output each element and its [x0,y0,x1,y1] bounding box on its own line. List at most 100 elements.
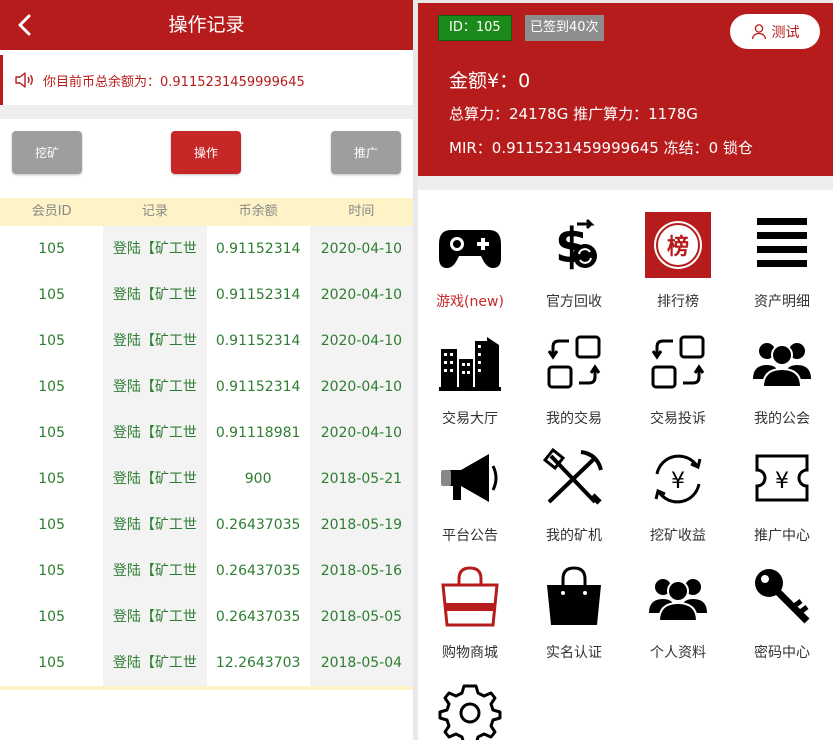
record-cell: 登陆【矿工世 [103,640,207,686]
menu-item[interactable]: 我的公会 [730,307,833,427]
balance-cell: 0.26437035 [215,609,301,625]
mine-button[interactable]: 挖矿 [12,131,82,174]
time-cell: 2018-05-04 [309,640,413,686]
record-cell: 登陆【矿工世 [103,318,207,364]
balance-cell: 0.26437035 [215,517,301,533]
balance-cell: 0.91152314 [215,379,301,395]
menu-item[interactable]: ¥ 挖矿收益 [626,424,730,544]
menu-item[interactable]: 榜排行榜 [626,190,730,310]
account-header: ID：105 已签到40次 测试 金额¥：0 总算力：24178G 推广算力：1… [418,3,833,176]
column-header-record: 记录 [141,204,168,219]
svg-text:¥: ¥ [775,469,789,494]
operation-record-panel: 操作记录 你目前币总余额为：0.9115231459999645 挖矿 操作 推… [0,0,413,740]
page-title: 操作记录 [168,14,245,36]
record-cell: 登陆【矿工世 [103,456,207,502]
menu-item[interactable]: ¥ 推广中心 [730,424,833,544]
top-bar: 操作记录 [0,0,413,50]
time-cell: 2020-04-10 [309,364,413,410]
table-row: 105 登陆【矿工世 0.26437035 2018-05-16 [0,548,413,594]
menu-item-label: 实名认证 [546,645,602,661]
shopping-bag-outline-icon [437,563,503,629]
time-cell: 2018-05-21 [309,456,413,502]
menu-item[interactable]: 平台公告 [418,424,522,544]
member-id-cell: 105 [38,333,65,349]
balance-text: 你目前币总余额为：0.9115231459999645 [43,74,305,90]
record-cell: 登陆【矿工世 [103,594,207,640]
menu-item[interactable]: 我的矿机 [522,424,626,544]
time-cell: 2018-05-19 [309,502,413,548]
ranking-badge-icon: 榜 [645,212,711,278]
menu-item[interactable]: 交易大厅 [418,307,522,427]
menu-item[interactable]: 个人资料 [626,541,730,661]
record-cell: 登陆【矿工世 [103,410,207,456]
gamepad-icon [437,212,503,278]
svg-text:榜: 榜 [667,234,689,260]
exchange-icon [645,329,711,395]
action-button-row: 挖矿 操作 推广 [0,119,413,197]
member-id-cell: 105 [38,517,65,533]
table-row: 105 登陆【矿工世 0.91152314 2020-04-10 [0,318,413,364]
user-button[interactable]: 测试 [730,14,820,49]
sign-in-badge: 已签到40次 [525,15,604,41]
menu-item[interactable]: 游戏(new) [418,190,522,310]
table-header: 会员ID 记录 币余额 时间 [0,198,413,226]
table-row: 105 登陆【矿工世 0.26437035 2018-05-05 [0,594,413,640]
record-cell: 登陆【矿工世 [103,226,207,272]
list-lines-icon [749,212,815,278]
record-cell: 登陆【矿工世 [103,502,207,548]
balance-notice: 你目前币总余额为：0.9115231459999645 [0,55,413,105]
menu-item[interactable]: 交易投诉 [626,307,730,427]
promote-button[interactable]: 推广 [331,131,401,174]
key-icon [749,563,815,629]
menu-item[interactable] [418,658,522,740]
user-icon [751,24,766,40]
divider [0,105,413,119]
member-id-cell: 105 [38,241,65,257]
balance-cell: 900 [244,471,272,487]
operate-button[interactable]: 操作 [171,131,241,174]
member-id-cell: 105 [38,425,65,441]
amount-text: 金额¥：0 [449,70,531,92]
table-footer [0,686,413,690]
table-row: 105 登陆【矿工世 0.91152314 2020-04-10 [0,226,413,272]
menu-item-label: 个人资料 [650,645,706,661]
balance-cell: 0.91152314 [215,241,301,257]
member-id-cell: 105 [38,471,65,487]
record-cell: 登陆【矿工世 [103,548,207,594]
menu-item-label: 密码中心 [754,645,810,661]
user-id-badge: ID：105 [438,15,512,41]
menu-item[interactable]: 资产明细 [730,190,833,310]
gear-icon [437,680,503,740]
exchange-icon [541,329,607,395]
member-id-cell: 105 [38,609,65,625]
balance-cell: 12.2643703 [215,655,301,671]
hashrate-text: 总算力：24178G 推广算力：1178G [449,105,698,123]
people-icon [645,563,711,629]
member-id-cell: 105 [38,379,65,395]
menu-item[interactable]: $ 官方回收 [522,190,626,310]
menu-item[interactable]: 我的交易 [522,307,626,427]
pickaxe-shovel-icon [541,446,607,512]
balance-cell: 0.26437035 [215,563,301,579]
record-cell: 登陆【矿工世 [103,272,207,318]
table-row: 105 登陆【矿工世 0.91152314 2020-04-10 [0,364,413,410]
menu-item[interactable]: 购物商城 [418,541,522,661]
time-cell: 2020-04-10 [309,410,413,456]
buildings-icon [437,329,503,395]
speaker-icon [15,72,33,88]
menu-item[interactable]: 实名认证 [522,541,626,661]
user-button-label: 测试 [771,24,800,41]
table-body: 105 登陆【矿工世 0.91152314 2020-04-10 105 登陆【矿工世 0.… [0,226,413,686]
column-header-time: 时间 [348,204,375,219]
svg-text:¥: ¥ [671,469,685,494]
megaphone-icon [437,446,503,512]
balance-cell: 0.91152314 [215,333,301,349]
table-row: 105 登陆【矿工世 0.91118981 2020-04-10 [0,410,413,456]
time-cell: 2018-05-16 [309,548,413,594]
menu-item[interactable]: 密码中心 [730,541,833,661]
table-row: 105 登陆【矿工世 900 2018-05-21 [0,456,413,502]
divider [418,176,833,190]
group-icon [749,329,815,395]
yen-cycle-icon: ¥ [645,446,711,512]
record-cell: 登陆【矿工世 [103,364,207,410]
